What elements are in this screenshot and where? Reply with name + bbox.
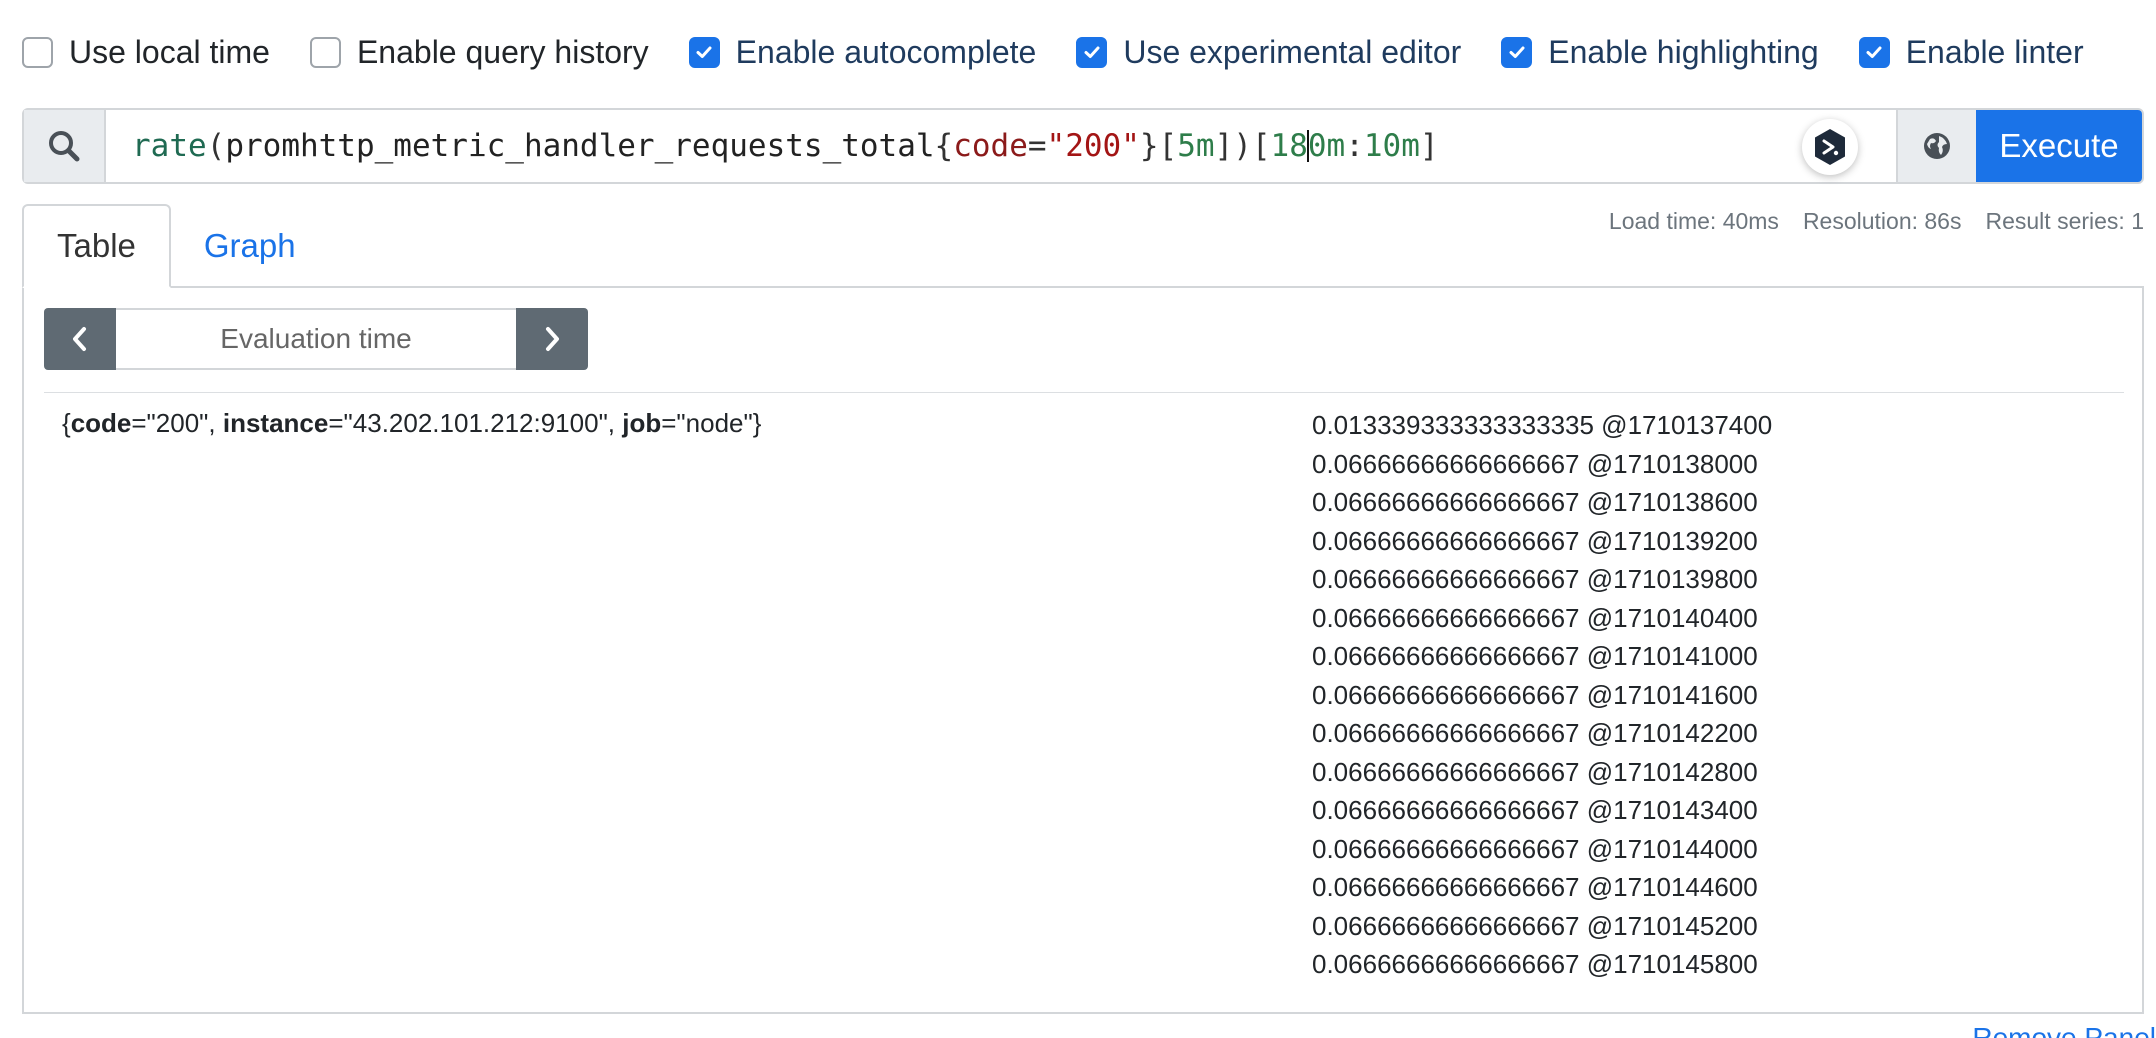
- value-row: 0.06666666666666667 @1710145800: [1312, 949, 1758, 979]
- value-row: 0.06666666666666667 @1710145200: [1312, 910, 1758, 941]
- tab-graph[interactable]: Graph: [171, 204, 329, 288]
- series-token: {: [62, 408, 71, 438]
- check-icon: [1866, 46, 1882, 58]
- value-row: 0.013339333333333335 @1710137400: [1312, 410, 1773, 440]
- query-range: 5m: [1177, 128, 1215, 164]
- query-function: rate: [132, 128, 207, 164]
- checkbox-use-experimental-editor[interactable]: [1076, 36, 1108, 68]
- option-label: Enable highlighting: [1548, 34, 1819, 70]
- checkbox-enable-highlighting[interactable]: [1501, 36, 1533, 68]
- label-value: ="43.202.101.212:9100",: [328, 408, 623, 438]
- resolution: Resolution: 86s: [1802, 208, 1962, 234]
- series-labels: {code="200", instance="43.202.101.212:91…: [62, 408, 761, 439]
- metrics-explorer-button[interactable]: [1896, 110, 1976, 182]
- search-icon-box: [24, 110, 106, 182]
- check-icon: [1509, 46, 1525, 58]
- view-tabs: Table Graph: [22, 204, 329, 288]
- query-token: :: [1345, 128, 1364, 164]
- query-metric: promhttp_metric_handler_requests_total: [225, 128, 935, 164]
- value-row: 0.06666666666666667 @1710143400: [1312, 795, 1758, 825]
- value-row: 0.06666666666666667 @1710138000: [1312, 448, 1758, 479]
- remove-panel-link[interactable]: Remove Panel: [1972, 1022, 2156, 1038]
- tab-table[interactable]: Table: [22, 204, 171, 288]
- value-row: 0.06666666666666667 @1710142200: [1312, 718, 1758, 748]
- series-token: }: [752, 408, 762, 438]
- ai-assistant-icon: [1815, 129, 1845, 165]
- option-use-local-time[interactable]: Use local time: [22, 30, 270, 74]
- query-token: ]): [1214, 128, 1252, 164]
- query-token: ]: [1419, 128, 1439, 164]
- label-key: instance: [222, 408, 329, 438]
- series-values: 0.013339333333333335 @1710137400 0.06666…: [1312, 406, 1772, 984]
- value-row: 0.06666666666666667 @1710144600: [1312, 872, 1758, 902]
- check-icon: [1084, 46, 1100, 58]
- execute-button[interactable]: Execute: [1976, 110, 2142, 182]
- query-input[interactable]: rate(promhttp_metric_handler_requests_to…: [106, 110, 1896, 182]
- query-label-name: code: [953, 128, 1028, 164]
- ai-assistant-button[interactable]: [1802, 119, 1858, 175]
- chevron-left-icon: [73, 327, 86, 351]
- checkbox-enable-query-history[interactable]: [309, 36, 341, 68]
- checkbox-enable-linter[interactable]: [1858, 36, 1890, 68]
- value-row: 0.06666666666666667 @1710140400: [1312, 602, 1758, 633]
- value-row: 0.06666666666666667 @1710138600: [1312, 487, 1758, 517]
- query-label-value: "200": [1046, 128, 1140, 164]
- value-row: 0.06666666666666667 @1710141000: [1312, 641, 1758, 671]
- option-enable-highlighting[interactable]: Enable highlighting: [1501, 30, 1819, 74]
- load-time: Load time: 40ms: [1608, 208, 1779, 234]
- option-label: Use experimental editor: [1123, 34, 1462, 70]
- check-icon: [696, 46, 712, 58]
- search-icon: [49, 131, 80, 162]
- query-token: {: [934, 128, 954, 164]
- value-row: 0.06666666666666667 @1710139200: [1312, 525, 1758, 556]
- value-row: 0.06666666666666667 @1710141600: [1312, 679, 1758, 710]
- label-value: ="200",: [131, 408, 223, 438]
- table-panel: Evaluation time {code="200", instance="4…: [22, 286, 2144, 1014]
- query-subquery-range: 0m: [1307, 128, 1346, 164]
- next-time-button[interactable]: [516, 308, 588, 370]
- table-divider: [44, 392, 2124, 393]
- query-stats: Load time: 40ms Resolution: 86s Result s…: [1609, 208, 2144, 235]
- chevron-right-icon: [546, 327, 559, 351]
- value-row: 0.06666666666666667 @1710144000: [1312, 833, 1758, 864]
- query-token: [: [1158, 128, 1178, 164]
- query-token: =: [1027, 128, 1047, 164]
- options-bar: Use local time Enable query history Enab…: [22, 30, 2084, 74]
- option-label: Enable query history: [356, 34, 649, 70]
- query-token: (: [206, 128, 226, 164]
- checkbox-use-local-time[interactable]: [22, 36, 53, 68]
- label-key: code: [70, 408, 132, 438]
- evaluation-time-picker: Evaluation time: [44, 308, 588, 370]
- option-label: Enable autocomplete: [735, 34, 1037, 70]
- value-row: 0.06666666666666667 @1710142800: [1312, 756, 1758, 787]
- query-token: [: [1251, 128, 1271, 164]
- option-enable-linter[interactable]: Enable linter: [1858, 30, 2084, 74]
- globe-icon: [1924, 133, 1950, 159]
- label-value: ="node": [661, 408, 753, 438]
- label-key: job: [622, 408, 662, 438]
- option-label: Enable linter: [1905, 34, 2084, 70]
- query-token: }: [1139, 128, 1159, 164]
- result-series: Result series: 1: [1985, 208, 2144, 234]
- previous-time-button[interactable]: [44, 308, 116, 370]
- query-subquery-step: 10m: [1363, 128, 1420, 164]
- evaluation-time-input[interactable]: Evaluation time: [116, 308, 516, 370]
- query-subquery-range: 18: [1270, 128, 1308, 164]
- option-enable-autocomplete[interactable]: Enable autocomplete: [688, 30, 1037, 74]
- query-bar: rate(promhttp_metric_handler_requests_to…: [22, 108, 2144, 184]
- option-use-experimental-editor[interactable]: Use experimental editor: [1076, 30, 1461, 74]
- option-label: Use local time: [69, 34, 270, 70]
- checkbox-enable-autocomplete[interactable]: [688, 36, 720, 68]
- option-enable-query-history[interactable]: Enable query history: [309, 30, 649, 74]
- value-row: 0.06666666666666667 @1710139800: [1312, 564, 1758, 594]
